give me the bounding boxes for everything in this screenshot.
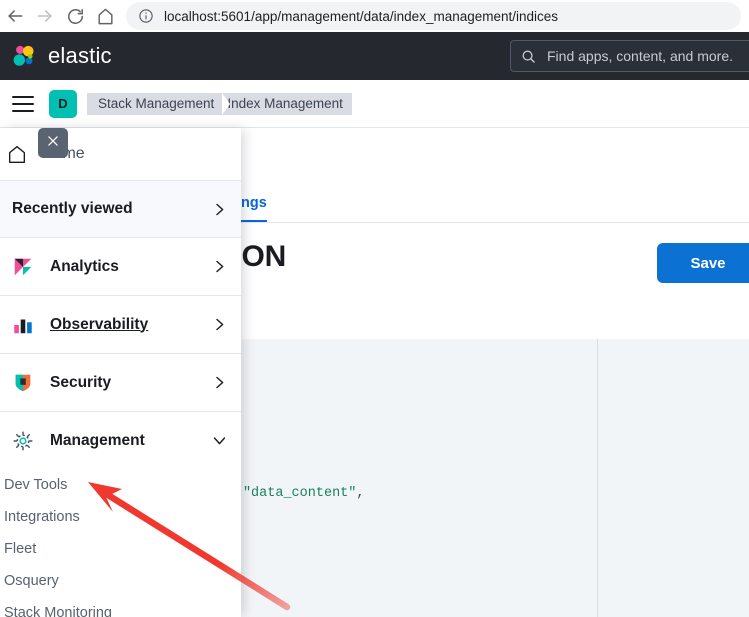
brand[interactable]: elastic	[12, 43, 112, 69]
chevron-right-icon	[212, 317, 227, 332]
reload-button[interactable]	[60, 1, 90, 31]
reload-icon	[66, 7, 85, 26]
nav-group-label: Analytics	[50, 257, 119, 275]
nav-group-left: Management	[12, 430, 145, 452]
home-outline-icon	[6, 143, 28, 165]
code-token: "data_content"	[242, 485, 357, 501]
nav-group-label: Observability	[50, 315, 149, 333]
site-info-icon[interactable]	[138, 8, 154, 24]
address-bar-url: localhost:5601/app/management/data/index…	[164, 8, 559, 24]
navigation-flyout: Home Recently viewed Analytics	[0, 128, 241, 617]
nav-group-management[interactable]: Management	[0, 412, 241, 469]
brand-name: elastic	[48, 43, 112, 68]
nav-group-left: Observability	[12, 314, 148, 336]
screenshot-root: localhost:5601/app/management/data/index…	[0, 0, 749, 617]
nav-sub-item-label: Integrations	[4, 509, 80, 525]
close-flyout-button[interactable]	[38, 128, 68, 158]
observability-icon	[12, 314, 34, 336]
code-token: ,	[356, 485, 365, 501]
breadcrumb-item-index-management[interactable]: Index Management	[223, 92, 352, 115]
nav-group-observability[interactable]: Observability	[0, 296, 241, 353]
nav-sub-item-stack-monitoring[interactable]: Stack Monitoring	[0, 597, 241, 617]
arrow-left-icon	[5, 6, 25, 26]
global-search-placeholder: Find apps, content, and more.	[547, 48, 733, 64]
close-icon	[46, 134, 60, 153]
breadcrumb: Stack Management Index Management	[87, 92, 352, 115]
nav-sub-item-label: Stack Monitoring	[4, 605, 112, 617]
hamburger-menu-icon[interactable]	[12, 95, 34, 112]
nav-sub-item-dev-tools[interactable]: Dev Tools	[0, 469, 241, 501]
search-icon	[521, 49, 536, 64]
chevron-right-icon	[212, 202, 227, 217]
elastic-logo-icon	[12, 43, 38, 69]
address-bar[interactable]: localhost:5601/app/management/data/index…	[126, 2, 741, 30]
nav-sub-item-integrations[interactable]: Integrations	[0, 501, 241, 533]
arrow-right-icon	[35, 6, 55, 26]
home-button[interactable]	[90, 1, 120, 31]
gear-icon	[12, 430, 34, 452]
save-button[interactable]: Save	[657, 243, 749, 283]
nav-item-recently-viewed[interactable]: Recently viewed	[0, 181, 241, 237]
nav-sub-item-label: Osquery	[4, 573, 59, 589]
elastic-header: elastic Find apps, content, and more.	[0, 32, 749, 80]
home-icon	[96, 7, 115, 26]
nav-group-analytics[interactable]: Analytics	[0, 238, 241, 295]
breadcrumb-item-stack-management[interactable]: Stack Management	[87, 92, 231, 115]
forward-button[interactable]	[30, 1, 60, 31]
nav-item-home[interactable]: Home	[0, 128, 241, 180]
nav-group-security[interactable]: Security	[0, 354, 241, 411]
nav-sub-item-label: Fleet	[4, 541, 37, 557]
back-button[interactable]	[0, 1, 30, 31]
editor-print-margin	[597, 339, 598, 617]
chevron-right-icon	[212, 259, 227, 274]
security-icon	[12, 372, 34, 394]
chevron-right-icon	[212, 375, 227, 390]
analytics-icon	[12, 256, 34, 278]
nav-recently-viewed-label: Recently viewed	[12, 200, 133, 217]
chevron-down-icon	[212, 433, 227, 448]
nav-sub-items: Dev Tools Integrations Fleet Osquery Stack M…	[0, 469, 241, 617]
browser-toolbar: localhost:5601/app/management/data/index…	[0, 0, 749, 32]
nav-sub-item-fleet[interactable]: Fleet	[0, 533, 241, 565]
nav-group-left: Analytics	[12, 256, 119, 278]
global-search-input[interactable]: Find apps, content, and more.	[510, 40, 749, 72]
nav-group-label: Management	[50, 431, 145, 449]
space-avatar[interactable]: D	[49, 89, 77, 118]
nav-sub-item-osquery[interactable]: Osquery	[0, 565, 241, 597]
nav-group-left: Security	[12, 372, 111, 394]
nav-group-label: Security	[50, 373, 112, 391]
nav-sub-item-label: Dev Tools	[4, 477, 68, 493]
kibana-topbar: D Stack Management Index Management	[0, 80, 749, 128]
